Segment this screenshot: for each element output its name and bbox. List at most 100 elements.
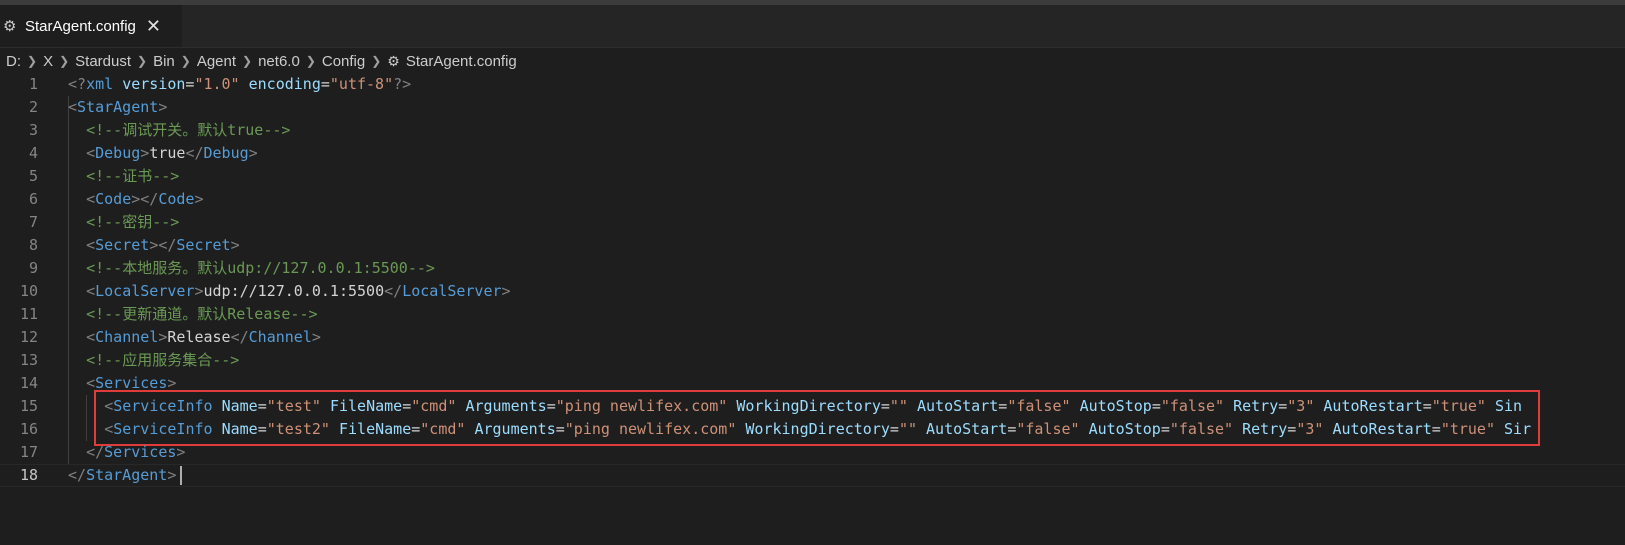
code-token: = xyxy=(1151,397,1161,415)
code-line[interactable]: 8 <Secret></Secret> xyxy=(0,234,1625,257)
line-number: 17 xyxy=(19,443,38,461)
code-content: <Secret></Secret> xyxy=(86,234,240,257)
code-line[interactable]: 3 <!--调试开关。默认true--> xyxy=(0,119,1625,142)
code-line[interactable]: 6 <Code></Code> xyxy=(0,188,1625,211)
chevron-right-icon: ❯ xyxy=(137,54,148,68)
code-token: = xyxy=(257,420,267,438)
line-number: 6 xyxy=(28,190,38,208)
code-token: Name xyxy=(221,420,258,438)
code-line[interactable]: 9 <!--本地服务。默认udp://127.0.0.1:5500--> xyxy=(0,257,1625,280)
code-token: > xyxy=(167,374,177,392)
code-token: "false" xyxy=(1169,420,1234,438)
code-token: > xyxy=(230,236,240,254)
code-editor[interactable]: 1 <?xml version="1.0" encoding="utf-8"?> 2… xyxy=(0,73,1625,545)
tab-bar: ⚙ StarAgent.config ✕ xyxy=(0,5,1625,48)
code-content: </Services> xyxy=(86,441,185,464)
code-line[interactable]: 16 <ServiceInfo Name="test2" FileName="cm… xyxy=(0,418,1625,441)
code-token: > xyxy=(501,282,511,300)
code-token: AutoStop xyxy=(1088,420,1161,438)
code-token: > xyxy=(194,190,204,208)
code-token: = xyxy=(402,397,412,415)
code-content: <Debug>true</Debug> xyxy=(86,142,258,165)
code-token: = xyxy=(411,420,421,438)
code-line[interactable]: 11 <!--更新通道。默认Release--> xyxy=(0,303,1625,326)
code-token: Arguments xyxy=(465,397,547,415)
line-number: 7 xyxy=(28,213,38,231)
breadcrumb-item[interactable]: X xyxy=(43,53,53,70)
code-line[interactable]: 1 <?xml version="1.0" encoding="utf-8"?> xyxy=(0,73,1625,96)
code-token: "false" xyxy=(1007,397,1071,415)
code-token: Services xyxy=(95,374,168,392)
code-token: </ xyxy=(384,282,403,300)
code-line[interactable]: 17 </Services> xyxy=(0,441,1625,464)
code-token: = xyxy=(1278,397,1288,415)
code-token: = xyxy=(320,75,330,93)
line-number: 9 xyxy=(28,259,38,277)
breadcrumb-item[interactable]: Config xyxy=(322,53,365,70)
code-token: udp://127.0.0.1:5500 xyxy=(203,282,385,300)
breadcrumb-file[interactable]: StarAgent.config xyxy=(406,53,517,70)
code-token: = xyxy=(1431,420,1441,438)
code-token: Retry xyxy=(1242,420,1288,438)
code-token: "" xyxy=(889,397,908,415)
code-token: WorkingDirectory xyxy=(745,420,890,438)
code-token: > xyxy=(167,466,177,484)
code-token: "utf-8" xyxy=(329,75,394,93)
code-token: </ xyxy=(68,466,87,484)
code-token: version xyxy=(122,75,186,93)
code-line[interactable]: 15 <ServiceInfo Name="test" FileName="cmd… xyxy=(0,395,1625,418)
code-token: = xyxy=(546,397,556,415)
code-token: Services xyxy=(104,443,177,461)
code-line[interactable]: 12 <Channel>Release</Channel> xyxy=(0,326,1625,349)
breadcrumb-item[interactable]: D: xyxy=(6,53,21,70)
chevron-right-icon: ❯ xyxy=(27,54,38,68)
code-token: < xyxy=(86,236,96,254)
line-number: 14 xyxy=(19,374,38,392)
breadcrumb-item[interactable]: Bin xyxy=(153,53,175,70)
code-token: "false" xyxy=(1160,397,1225,415)
code-line[interactable]: 13 <!--应用服务集合--> xyxy=(0,349,1625,372)
code-token: FileName xyxy=(329,397,403,415)
code-token: Arguments xyxy=(474,420,556,438)
breadcrumb-item[interactable]: net6.0 xyxy=(258,53,300,70)
code-token: FileName xyxy=(339,420,412,438)
code-line[interactable]: 7 <!--密钥--> xyxy=(0,211,1625,234)
code-line[interactable]: 10 <LocalServer>udp://127.0.0.1:5500</Loc… xyxy=(0,280,1625,303)
code-token: "true" xyxy=(1440,420,1495,438)
code-token: "ping newlifex.com" xyxy=(564,420,737,438)
code-token: > xyxy=(140,144,150,162)
code-line[interactable]: 2 <StarAgent> xyxy=(0,96,1625,119)
breadcrumb-item[interactable]: Stardust xyxy=(75,53,131,70)
code-token: true xyxy=(149,144,186,162)
code-token: Code xyxy=(158,190,195,208)
chevron-right-icon: ❯ xyxy=(305,54,316,68)
code-token: <!--密钥--> xyxy=(86,213,180,231)
code-token: = xyxy=(1422,397,1432,415)
code-line[interactable]: 4 <Debug>true</Debug> xyxy=(0,142,1625,165)
code-token: "test" xyxy=(266,397,321,415)
close-icon[interactable]: ✕ xyxy=(146,16,161,37)
code-token: "true" xyxy=(1431,397,1486,415)
code-token: = xyxy=(889,420,899,438)
code-line[interactable]: 18 </StarAgent> xyxy=(0,464,1625,487)
line-number: 2 xyxy=(28,98,38,116)
code-token: "ping newlifex.com" xyxy=(555,397,728,415)
code-token: encoding xyxy=(248,75,321,93)
tab-staragent-config[interactable]: ⚙ StarAgent.config ✕ xyxy=(0,5,182,47)
code-line[interactable]: 5 <!--证书--> xyxy=(0,165,1625,188)
breadcrumb-item[interactable]: Agent xyxy=(197,53,236,70)
code-token: Name xyxy=(221,397,258,415)
line-number: 8 xyxy=(28,236,38,254)
code-token: < xyxy=(86,190,96,208)
code-token: AutoRestart xyxy=(1323,397,1423,415)
code-token: "false" xyxy=(1016,420,1080,438)
code-token: WorkingDirectory xyxy=(736,397,881,415)
code-token: <!--调试开关。默认true--> xyxy=(86,121,291,139)
code-token: Retry xyxy=(1233,397,1279,415)
code-line[interactable]: 14 <Services> xyxy=(0,372,1625,395)
